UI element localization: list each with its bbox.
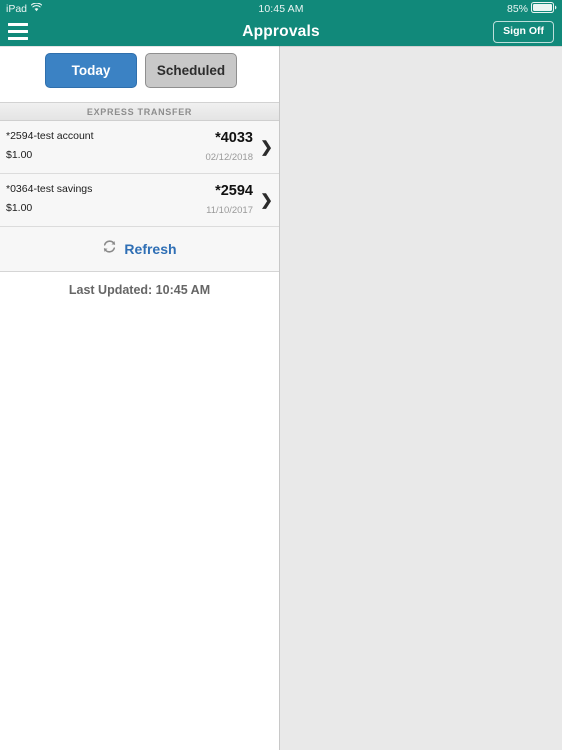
refresh-label: Refresh: [124, 241, 177, 257]
row-right-group: *2594 11/10/2017: [206, 182, 253, 217]
row-target-account: *2594: [215, 183, 253, 199]
row-amount: $1.00: [6, 149, 33, 161]
last-updated-label: Last Updated: 10:45 AM: [0, 272, 279, 308]
detail-pane: [281, 46, 562, 750]
row-left-group: *2594-test account $1.00: [6, 129, 94, 163]
section-header-express-transfer: EXPRESS TRANSFER: [0, 102, 279, 121]
battery-icon: [531, 1, 557, 16]
row-right-group: *4033 02/12/2018: [205, 129, 253, 164]
status-bar-right: 85%: [506, 1, 557, 16]
tab-today[interactable]: Today: [45, 53, 137, 88]
chevron-right-icon: ❯: [260, 191, 273, 209]
master-pane-empty-area: [0, 308, 279, 728]
segmented-control: Today Scheduled: [0, 46, 279, 102]
navigation-bar: Approvals Sign Off: [0, 17, 562, 46]
nav-bar-shadow: [0, 46, 562, 47]
row-date: 11/10/2017: [206, 205, 253, 216]
sign-off-button[interactable]: Sign Off: [493, 21, 554, 43]
master-pane: Today Scheduled EXPRESS TRANSFER *2594-t…: [0, 46, 280, 750]
status-bar: iPad 10:45 AM 85%: [0, 0, 562, 17]
approvals-list: *2594-test account $1.00 *4033 02/12/201…: [0, 121, 279, 272]
row-left-group: *0364-test savings $1.00: [6, 182, 92, 216]
row-amount: $1.00: [6, 202, 33, 214]
table-row[interactable]: *2594-test account $1.00 *4033 02/12/201…: [0, 121, 279, 174]
row-target-account: *4033: [215, 130, 253, 146]
row-account-title: *2594-test account: [6, 130, 94, 142]
table-row[interactable]: *0364-test savings $1.00 *2594 11/10/201…: [0, 174, 279, 227]
refresh-icon: [102, 239, 117, 259]
app-screen: iPad 10:45 AM 85% Approvals Sign Off Tod…: [0, 0, 562, 750]
row-date: 02/12/2018: [205, 152, 253, 163]
tab-scheduled[interactable]: Scheduled: [145, 53, 237, 88]
row-account-title: *0364-test savings: [6, 183, 93, 195]
status-bar-clock: 10:45 AM: [258, 2, 304, 15]
chevron-right-icon: ❯: [260, 138, 273, 156]
refresh-button[interactable]: Refresh: [0, 227, 279, 272]
page-title: Approvals: [242, 23, 320, 40]
battery-percent-label: 85%: [506, 2, 528, 15]
